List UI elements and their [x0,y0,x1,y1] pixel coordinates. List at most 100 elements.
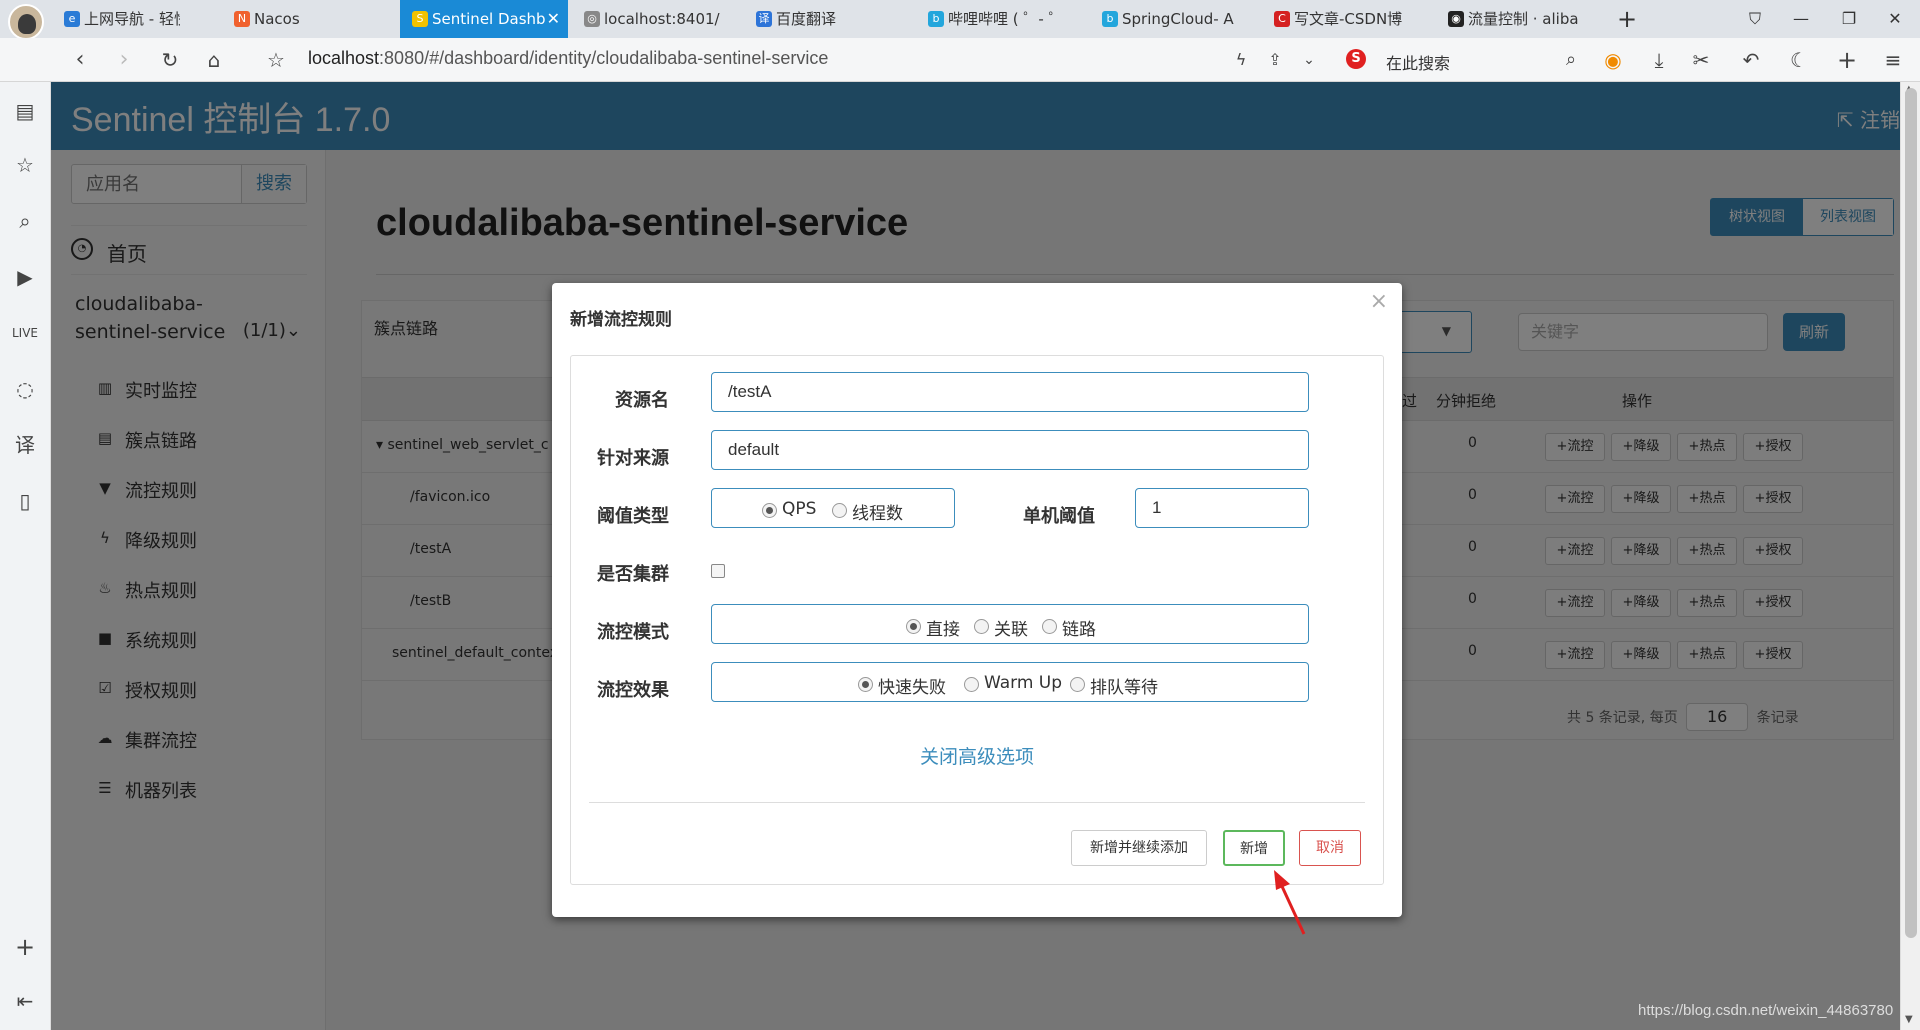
tab-localhost[interactable]: ◎ localhost:8401/ [572,0,722,38]
tab-csdn[interactable]: C 写文章-CSDN博 [1262,0,1420,38]
tab-1[interactable]: e上网导航 - 轻快上 [52,0,180,38]
scroll-thumb[interactable] [1905,88,1917,938]
bookmark-star-icon[interactable]: ☆ [262,46,290,74]
cancel-button[interactable]: 取消 [1299,830,1361,866]
effect-label: 流控效果 [597,680,669,701]
undo-icon[interactable]: ↶ [1738,47,1764,73]
tab-label: localhost:8401/ [604,10,720,28]
threshold-input[interactable]: 1 [1135,488,1309,528]
moon-icon[interactable]: ☾ [1786,47,1812,73]
tab-bilibili[interactable]: b 哔哩哔哩 ( ゜- ゜ [916,0,1074,38]
form-divider [589,802,1365,803]
tab-label: 写文章-CSDN博 [1294,10,1403,28]
home-icon[interactable]: ⌂ [200,46,228,74]
watermark: https://blog.csdn.net/weixin_44863780 [1638,1002,1894,1019]
live-icon[interactable]: LIVE [12,320,38,346]
tab-label: Sentinel Dashb [432,10,546,28]
tab-label: 百度翻译 [776,10,837,28]
tab-nacos[interactable]: N Nacos [222,0,342,38]
browser-side-dock: ▤ ☆ ⌕ ▶ LIVE ◌ 译 ▯ + ⇤ [0,82,51,1030]
search-placeholder: 在此搜索 [1386,54,1451,73]
tab-baidu-translate[interactable]: 译百度翻译 [744,0,894,38]
tab-sentinel-active[interactable]: S Sentinel Dashb ✕ [400,0,568,38]
back-icon[interactable]: ‹ [66,46,94,74]
forward-icon[interactable]: › [110,46,138,74]
new-tab-icon[interactable]: + [1604,0,1650,38]
threshold-type-label: 阈值类型 [597,506,669,527]
tab-github[interactable]: ◉ 流量控制 · aliba [1436,0,1594,38]
tab-label: Nacos [254,10,300,28]
close-icon[interactable]: ✕ [547,0,560,38]
chat-icon[interactable]: ◌ [12,376,38,402]
search-icon[interactable]: ⌕ [1558,47,1584,73]
bilibili-icon: b [928,11,944,27]
gamepad-icon[interactable]: ◉ [1600,47,1626,73]
nacos-icon: N [234,11,250,27]
restore-icon[interactable]: ❐ [1826,0,1872,38]
scroll-down-icon[interactable]: ▼ [1905,1014,1913,1025]
mode-label: 流控模式 [597,622,669,643]
bilibili-icon: b [1102,11,1118,27]
github-icon: ◉ [1448,11,1464,27]
tab-label: 上网导航 - 轻快上 [84,10,180,28]
address-bar: ‹ › ↻ ⌂ ☆ localhost:8080/#/dashboard/ide… [0,38,1920,82]
shirt-icon[interactable]: ⛉ [1732,0,1778,38]
radio-warm-up[interactable]: Warm Up [964,673,1062,693]
collapse-icon[interactable]: ⇤ [12,988,38,1014]
red-arrow-annotation [1274,870,1306,935]
radio-fail-fast[interactable]: 快速失败 [858,673,946,698]
lightning-icon[interactable]: ϟ [1228,47,1254,73]
url-host: localhost [308,48,380,68]
add-icon[interactable]: + [12,934,38,960]
sentinel-icon: S [412,11,428,27]
translate-icon: 译 [756,11,772,27]
reload-icon[interactable]: ↻ [156,46,184,74]
add-button[interactable]: 新增 [1223,830,1285,866]
translate-icon[interactable]: 译 [12,432,38,458]
source-label: 针对来源 [597,448,669,469]
modal-title: 新增流控规则 [570,310,672,330]
threshold-label: 单机阈值 [1023,506,1095,527]
browser-tab-bar: e上网导航 - 轻快上 NNacos SSentinel Dashb✕ ◎loc… [0,0,1920,40]
book-icon[interactable]: ▯ [12,488,38,514]
page-scrollbar[interactable]: ▲ ▼ [1900,82,1920,1030]
radio-queue[interactable]: 排队等待 [1070,673,1158,698]
add-flow-rule-modal: 新增流控规则 × 资源名 /testA 针对来源 default 阈值类型 QP… [552,283,1402,917]
scissors-icon[interactable]: ✂ [1688,47,1714,73]
resource-name-input[interactable]: /testA [711,372,1309,412]
radio-relate[interactable]: 关联 [974,615,1028,640]
chevron-down-icon[interactable]: ⌄ [1296,47,1322,73]
minimize-icon[interactable]: — [1778,0,1824,38]
reader-icon[interactable]: ▤ [12,98,38,124]
share-icon[interactable]: ⇪ [1262,47,1288,73]
radio-qps[interactable]: QPS [762,499,816,519]
download-icon[interactable]: ⤓ [1646,47,1672,73]
radio-chain[interactable]: 链路 [1042,615,1096,640]
tab-label: SpringCloud- A [1122,10,1234,28]
close-icon[interactable]: × [1370,289,1388,314]
tab-label: 流量控制 · aliba [1468,10,1579,28]
url-field[interactable]: localhost:8080/#/dashboard/identity/clou… [308,48,828,69]
ie-icon: e [64,11,80,27]
url-path: :8080/#/dashboard/identity/cloudalibaba-… [379,48,829,68]
close-window-icon[interactable]: ✕ [1872,0,1918,38]
video-icon[interactable]: ▶ [12,264,38,290]
cluster-checkbox[interactable] [711,564,725,578]
browser-search[interactable]: S 在此搜索 [1346,47,1586,73]
add-and-continue-button[interactable]: 新增并继续添加 [1071,830,1207,866]
user-avatar[interactable] [8,4,44,40]
limit-app-input[interactable]: default [711,430,1309,470]
sogou-icon: S [1346,49,1366,69]
plus-icon[interactable]: + [1834,47,1860,73]
radio-direct[interactable]: 直接 [906,615,960,640]
menu-icon[interactable]: ≡ [1880,47,1906,73]
mode-group: 直接 关联 链路 [711,604,1309,644]
resource-label: 资源名 [615,390,669,411]
radio-thread-count[interactable]: 线程数 [832,499,903,524]
favorites-star-icon[interactable]: ☆ [12,152,38,178]
cluster-label: 是否集群 [597,564,669,585]
toggle-advanced-link[interactable]: 关闭高级选项 [571,742,1383,769]
tab-springcloud[interactable]: b SpringCloud- A [1090,0,1248,38]
search-icon[interactable]: ⌕ [12,208,38,234]
csdn-icon: C [1274,11,1290,27]
